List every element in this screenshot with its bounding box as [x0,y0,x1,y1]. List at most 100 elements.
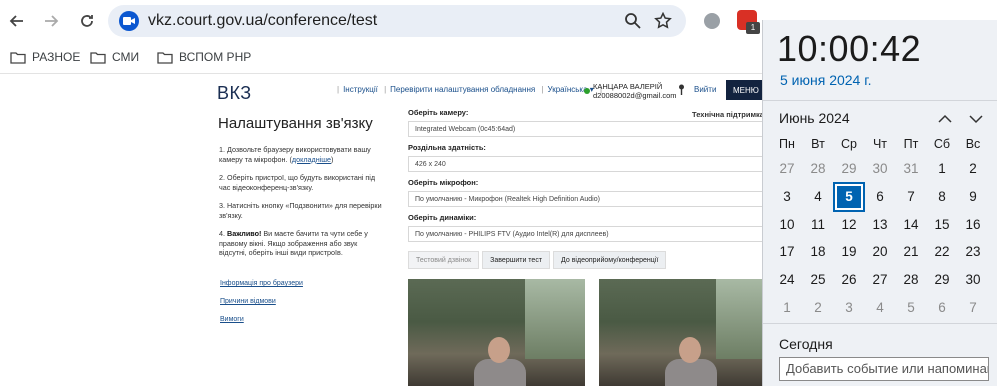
chevron-down-icon[interactable] [968,112,984,126]
globe-extension-icon[interactable] [702,11,722,31]
calendar-day[interactable]: 18 [804,239,832,265]
bookmark-label: ВСПОМ РНР [179,50,252,64]
calendar-day[interactable]: 5 [897,295,925,321]
calendar-day[interactable]: 4 [804,184,832,210]
calendar-day[interactable]: 27 [866,267,894,293]
calendar-day[interactable]: 1 [928,156,956,182]
site-logo[interactable]: ВКЗ [217,83,252,104]
calendar-day[interactable]: 15 [928,212,956,238]
camera-select[interactable]: Integrated Webcam (0c45:64ad) [408,121,768,137]
resolution-label: Роздільна здатність: [408,143,486,152]
add-event-input[interactable]: Добавить событие или напоминание [779,357,989,381]
bookmark-star-icon[interactable] [654,12,672,30]
calendar-day[interactable]: 30 [866,156,894,182]
calendar-day[interactable]: 2 [959,156,987,182]
camera-label: Оберіть камеру: [408,108,469,117]
back-button[interactable] [4,8,30,34]
nav-instructions[interactable]: Інструкції [343,85,378,94]
month-title[interactable]: Июнь 2024 [779,110,850,126]
calendar-day[interactable]: 7 [897,184,925,210]
calendar-day[interactable]: 22 [928,239,956,265]
weekday-header: Вт [811,137,825,151]
resolution-select[interactable]: 426 x 240 [408,156,768,172]
nav-check-equipment[interactable]: Перевірити налаштування обладнання [390,85,535,94]
calendar-day[interactable]: 28 [897,267,925,293]
speakers-select[interactable]: По умолчанию - PHILIPS FTV (Аудио Intel(… [408,226,768,242]
bookmark-folder-vspom[interactable]: ВСПОМ РНР [157,50,251,64]
key-icon [679,84,684,95]
step-4: 4. Важливо! Ви маєте бачити та чути себе… [219,229,368,257]
user-email: d20088002d@gmail.com [593,91,677,100]
today-label: Сегодня [779,336,833,352]
calendar-day[interactable]: 6 [866,184,894,210]
online-status-dot [584,88,590,94]
clock-date[interactable]: 5 июня 2024 г. [780,72,872,88]
menu-button[interactable]: МЕНЮ [726,80,766,100]
weekday-header: Пт [903,137,919,151]
end-test-button[interactable]: Завершити тест [482,251,551,269]
calendar-day[interactable]: 23 [959,239,987,265]
url-text: vkz.court.gov.ua/conference/test [148,12,378,29]
calendar-day[interactable]: 8 [928,184,956,210]
microphone-select[interactable]: По умолчанию - Микрофон (Realtek High De… [408,191,768,207]
address-bar[interactable]: vkz.court.gov.ua/conference/test [108,5,686,37]
refusal-reasons-link[interactable]: Причини відмови [220,298,303,305]
step-3: 3. Натисніть кнопку «Подзвонити» для пер… [219,201,382,220]
zoom-icon[interactable] [624,12,642,30]
go-to-conference-button[interactable]: До відеоприйому/конференції [553,251,667,269]
chevron-up-icon[interactable] [937,112,953,126]
forward-button[interactable] [38,8,64,34]
weekday-header: Вс [965,137,981,151]
calendar-day[interactable]: 9 [959,184,987,210]
calendar-day[interactable]: 1 [773,295,801,321]
calendar-day[interactable]: 27 [773,156,801,182]
local-video-preview [408,279,585,386]
calendar-day[interactable]: 25 [804,267,832,293]
top-nav: | Інструкції | Перевірити налаштування обл… [337,85,603,94]
calendar-day[interactable]: 20 [866,239,894,265]
bookmark-folder-smi[interactable]: СМИ [90,50,139,64]
calendar-day[interactable]: 5 [833,181,865,212]
requirements-link[interactable]: Вимоги [220,316,303,323]
clock-time: 10:00:42 [777,28,922,69]
calendar-day[interactable]: 11 [804,212,832,238]
calendar-day[interactable]: 4 [866,295,894,321]
calendar-day[interactable]: 29 [928,267,956,293]
weekday-header: Сб [933,137,951,151]
browser-info-link[interactable]: Інформація про браузери [220,280,303,287]
calendar-day[interactable]: 21 [897,239,925,265]
calendar-day[interactable]: 7 [959,295,987,321]
calendar-day[interactable]: 16 [959,212,987,238]
step-2: 2. Оберіть пристрої, що будуть використа… [219,173,376,192]
calendar-day[interactable]: 28 [804,156,832,182]
calendar-day[interactable]: 26 [835,267,863,293]
calendar-day[interactable]: 31 [897,156,925,182]
calendar-day[interactable]: 13 [866,212,894,238]
folder-icon [157,51,173,64]
test-call-button[interactable]: Тестовий дзвінок [408,251,480,269]
user-info[interactable]: КАНЦАРА ВАЛЕРІЙ d20088002d@gmail.com [593,82,677,100]
calendar-day[interactable]: 2 [804,295,832,321]
weekday-header: Чт [872,137,888,151]
divider [763,100,997,101]
calendar-day[interactable]: 3 [835,295,863,321]
logout-link[interactable]: Вийти [694,85,716,94]
forward-arrow-icon [45,15,59,27]
calendar-day[interactable]: 24 [773,267,801,293]
calendar-day[interactable]: 3 [773,184,801,210]
calendar-day[interactable]: 19 [835,239,863,265]
reload-button[interactable] [74,8,100,34]
calendar-day[interactable]: 6 [928,295,956,321]
bookmark-folder-raznoe[interactable]: РАЗНОЕ [10,50,80,64]
site-camera-icon [119,11,139,31]
calendar-day[interactable]: 30 [959,267,987,293]
remote-video-preview [599,279,776,386]
calendar-day[interactable]: 14 [897,212,925,238]
details-link[interactable]: докладніше [292,155,331,164]
calendar-day[interactable]: 17 [773,239,801,265]
calendar-day[interactable]: 12 [835,212,863,238]
instructions-list: 1. Дозвольте браузеру використовувати ва… [219,145,384,267]
calendar-day[interactable]: 10 [773,212,801,238]
calendar-day[interactable]: 29 [835,156,863,182]
bookmark-label: РАЗНОЕ [32,50,81,64]
